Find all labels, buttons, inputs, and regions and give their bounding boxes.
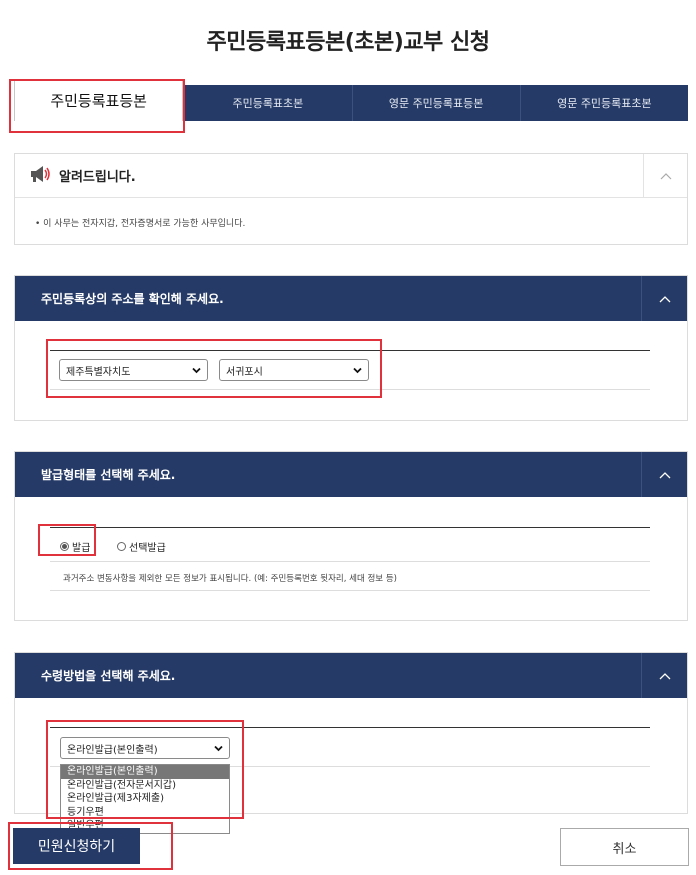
radio-indicator <box>117 542 126 551</box>
city-select-value: 서귀포시 <box>226 366 263 378</box>
chevron-up-icon <box>660 173 671 180</box>
city-select[interactable]: 서귀포시 <box>219 359 369 381</box>
cancel-button[interactable]: 취소 <box>560 828 689 866</box>
page-title: 주민등록표등본(초본)교부 신청 <box>206 30 490 55</box>
notice-header: 알려드립니다. <box>15 154 687 198</box>
divider <box>50 561 650 562</box>
address-collapse-button[interactable] <box>641 276 687 321</box>
radio-selective-issue[interactable]: 선택발급 <box>117 539 166 554</box>
divider <box>50 389 650 390</box>
province-select-value: 제주특별자치도 <box>66 366 131 378</box>
divider <box>50 350 650 351</box>
issuance-section-header: 발급형태를 선택해 주세요. <box>15 452 687 497</box>
tab-resident-copy[interactable]: 주민등록표등본 <box>14 79 184 121</box>
chevron-up-icon <box>659 471 670 478</box>
notice-text: • 이 사무는 전자지갑, 전자증명서로 가능한 사무입니다. <box>35 219 246 229</box>
radio-indicator <box>60 542 69 551</box>
dropdown-option[interactable]: 온라인발급(전자문서지갑) <box>61 779 229 793</box>
chevron-up-icon <box>659 672 670 679</box>
receipt-section-header: 수령방법을 선택해 주세요. <box>15 653 687 698</box>
divider <box>50 527 650 528</box>
tab-bar: 주민등록표등본 주민등록표초본 영문 주민등록표등본 영문 주민등록표초본 <box>14 79 688 121</box>
address-section-title: 주민등록상의 주소를 확인해 주세요. <box>41 292 224 306</box>
divider <box>50 727 650 728</box>
tab-english-resident-copy[interactable]: 영문 주민등록표등본 <box>351 85 520 121</box>
chevron-down-icon <box>214 745 223 752</box>
dropdown-option[interactable]: 온라인발급(본인출력) <box>61 765 229 779</box>
receipt-method-dropdown-list: 온라인발급(본인출력) 온라인발급(전자문서지갑) 온라인발급(제3자제출) 등… <box>60 764 230 834</box>
receipt-method-select[interactable]: 온라인발급(본인출력) <box>60 737 230 759</box>
apply-button[interactable]: 민원신청하기 <box>13 828 140 864</box>
issuance-section: 발급형태를 선택해 주세요. <box>14 451 688 621</box>
chevron-down-icon <box>192 367 201 374</box>
notice-collapse-button[interactable] <box>643 154 687 198</box>
notice-title: 알려드립니다. <box>59 170 136 185</box>
address-section: 주민등록상의 주소를 확인해 주세요. <box>14 275 688 421</box>
notice-panel: 알려드립니다. • 이 사무는 전자지갑, 전자증명서로 가능한 사무입니다. <box>14 153 688 245</box>
radio-issue[interactable]: 발급 <box>60 539 90 554</box>
dropdown-option[interactable]: 등기우편 <box>61 806 229 820</box>
issuance-collapse-button[interactable] <box>641 452 687 497</box>
issuance-hint: 과거주소 변동사항을 제외한 모든 정보가 표시됩니다. (예: 주민등록번호 … <box>63 574 397 584</box>
address-section-header: 주민등록상의 주소를 확인해 주세요. <box>15 276 687 321</box>
megaphone-icon <box>29 164 51 188</box>
chevron-up-icon <box>659 295 670 302</box>
radio-issue-label: 발급 <box>72 543 91 554</box>
radio-selective-issue-label: 선택발급 <box>129 543 166 554</box>
divider <box>50 590 650 591</box>
tab-resident-abstract[interactable]: 주민등록표초본 <box>183 85 351 121</box>
receipt-method-select-value: 온라인발급(본인출력) <box>67 744 158 756</box>
receipt-collapse-button[interactable] <box>641 653 687 698</box>
chevron-down-icon <box>353 367 362 374</box>
tab-english-resident-abstract[interactable]: 영문 주민등록표초본 <box>519 85 688 121</box>
receipt-section-title: 수령방법을 선택해 주세요. <box>41 669 176 683</box>
province-select[interactable]: 제주특별자치도 <box>59 359 208 381</box>
issuance-section-title: 발급형태를 선택해 주세요. <box>41 468 176 482</box>
dropdown-option[interactable]: 온라인발급(제3자제출) <box>61 792 229 806</box>
